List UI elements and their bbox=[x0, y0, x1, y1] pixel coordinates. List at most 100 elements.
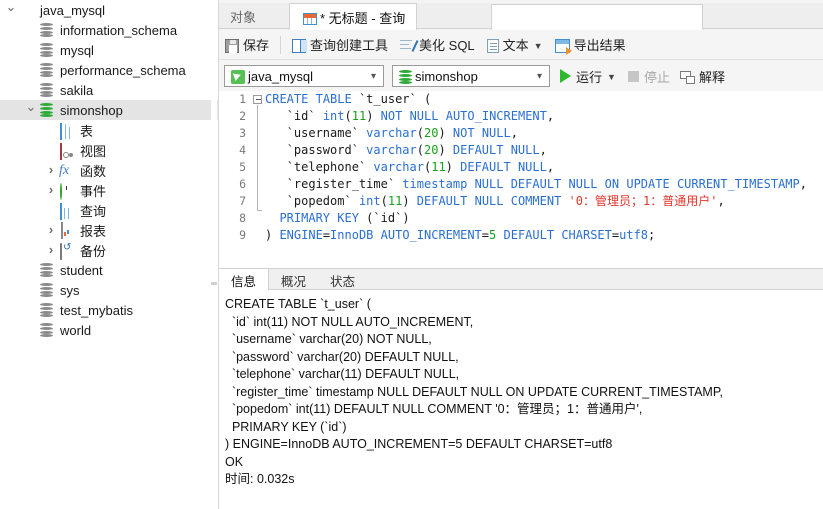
save-button[interactable]: 保存 bbox=[219, 33, 275, 57]
database-icon bbox=[38, 22, 56, 38]
result-tab-0[interactable]: 信息 bbox=[219, 269, 270, 291]
stop-icon bbox=[627, 70, 639, 82]
navigation-sidebar[interactable]: java_mysql information_schemamysql perform… bbox=[0, 0, 219, 509]
tree-item-java_mysql[interactable]: java_mysql bbox=[0, 0, 218, 20]
sidebar-scrollbar-track[interactable] bbox=[211, 0, 217, 509]
line-number: 1 bbox=[239, 92, 246, 106]
line-number: 6 bbox=[239, 177, 246, 191]
line-number: 3 bbox=[239, 126, 246, 140]
tree-twisty-collapsed[interactable] bbox=[44, 163, 58, 177]
save-label: 保存 bbox=[243, 38, 270, 53]
database-icon bbox=[38, 42, 56, 58]
tree-item-备份[interactable]: 备份 bbox=[0, 240, 218, 260]
beautify-sql-label: 美化 SQL bbox=[419, 38, 475, 53]
beautify-sql-button[interactable]: 美化 SQL bbox=[394, 33, 481, 57]
sql-line[interactable]: PRIMARY KEY (`id`) bbox=[265, 210, 823, 227]
tree-item-label: 视图 bbox=[80, 143, 107, 159]
chevron-down-icon[interactable]: ▾ bbox=[371, 71, 376, 82]
result-tab-2[interactable]: 状态 bbox=[318, 269, 367, 291]
sql-line[interactable]: `username` varchar(20) NOT NULL, bbox=[265, 125, 823, 142]
tree-twisty-collapsed[interactable] bbox=[44, 183, 58, 197]
database-icon bbox=[38, 82, 56, 98]
tree-item-事件[interactable]: 事件 bbox=[0, 180, 218, 200]
editor-fold-column[interactable] bbox=[251, 91, 265, 268]
tab-query-label: * 无标题 - 查询 bbox=[320, 10, 406, 26]
tree-item-label: student bbox=[60, 262, 103, 278]
database-select[interactable]: simonshop ▾ bbox=[392, 65, 550, 87]
export-icon bbox=[554, 38, 572, 55]
sql-editor[interactable]: 1 2 3 4 5 6 7 8 9 CREATE TABLE `t_user` ( `id` i… bbox=[219, 91, 823, 268]
export-result-button[interactable]: 导出结果 bbox=[549, 33, 632, 57]
database-icon bbox=[38, 282, 56, 298]
tree-item-label: 表 bbox=[80, 123, 94, 139]
tab-strip[interactable]: 对象 * 无标题 - 查询 bbox=[219, 3, 823, 30]
table-icon bbox=[58, 122, 76, 140]
tree-twisty-collapsed[interactable] bbox=[44, 223, 58, 237]
tree-item-mysql[interactable]: mysql bbox=[0, 40, 218, 60]
tab-objects[interactable]: 对象 bbox=[219, 3, 267, 29]
sql-line[interactable]: `popedom` int(11) DEFAULT NULL COMMENT '… bbox=[265, 193, 823, 210]
tree-item-label: 函数 bbox=[80, 163, 107, 179]
report-icon bbox=[58, 222, 76, 239]
tree-twisty-expanded[interactable] bbox=[24, 103, 38, 117]
fold-collapse-icon[interactable] bbox=[253, 95, 262, 104]
database-icon bbox=[38, 62, 56, 78]
view-icon bbox=[58, 142, 76, 160]
sql-line[interactable]: `password` varchar(20) DEFAULT NULL, bbox=[265, 142, 823, 159]
tree-item-label: 查询 bbox=[80, 203, 107, 219]
tree-item-simonshop[interactable]: simonshop bbox=[0, 100, 218, 120]
tree-twisty-expanded[interactable] bbox=[4, 3, 18, 17]
tree-item-world[interactable]: world bbox=[0, 320, 218, 340]
text-view-button[interactable]: 文本 ▼ bbox=[481, 33, 549, 57]
chevron-down-icon[interactable]: ▼ bbox=[607, 72, 616, 82]
connection-tree[interactable]: java_mysql information_schemamysql perform… bbox=[0, 0, 218, 340]
tree-item-test_mybatis[interactable]: test_mybatis bbox=[0, 300, 218, 320]
tab-query-untitled[interactable]: * 无标题 - 查询 bbox=[289, 3, 418, 30]
export-result-label: 导出结果 bbox=[573, 38, 626, 53]
tree-item-label: 备份 bbox=[80, 243, 107, 259]
tree-item-视图[interactable]: 视图 bbox=[0, 140, 218, 160]
line-number: 5 bbox=[239, 160, 246, 174]
chevron-down-icon[interactable]: ▾ bbox=[537, 71, 542, 82]
tree-item-label: mysql bbox=[60, 42, 94, 58]
chevron-down-icon[interactable]: ▼ bbox=[534, 41, 543, 51]
tree-item-information_schema[interactable]: information_schema bbox=[0, 20, 218, 40]
explain-icon bbox=[679, 70, 695, 84]
play-icon bbox=[560, 69, 571, 83]
sidebar-scrollbar-thumb[interactable] bbox=[211, 282, 217, 285]
stop-label: 停止 bbox=[643, 69, 670, 85]
tree-item-报表[interactable]: 报表 bbox=[0, 220, 218, 240]
tree-twisty-collapsed[interactable] bbox=[44, 243, 58, 257]
query-builder-icon bbox=[292, 38, 308, 53]
connection-selector-row[interactable]: java_mysql ▾ simonshop ▾ 运行 ▼ 停止 解释 bbox=[219, 61, 823, 91]
editor-line-number-gutter: 1 2 3 4 5 6 7 8 9 bbox=[219, 91, 251, 268]
sql-line[interactable]: `id` int(11) NOT NULL AUTO_INCREMENT, bbox=[265, 108, 823, 125]
explain-button[interactable]: 解释 bbox=[679, 67, 725, 86]
text-document-icon bbox=[486, 38, 499, 53]
run-label: 运行 bbox=[576, 69, 603, 85]
database-green-icon bbox=[399, 70, 412, 84]
tree-item-performance_schema[interactable]: performance_schema bbox=[0, 60, 218, 80]
sql-line[interactable]: CREATE TABLE `t_user` ( bbox=[265, 91, 823, 108]
backup-icon bbox=[58, 242, 76, 260]
sql-line[interactable]: ) ENGINE=InnoDB AUTO_INCREMENT=5 DEFAULT… bbox=[265, 227, 823, 244]
result-tab-strip[interactable]: 信息 概况 状态 bbox=[219, 268, 823, 291]
tree-item-表[interactable]: 表 bbox=[0, 120, 218, 140]
tree-item-student[interactable]: student bbox=[0, 260, 218, 280]
result-tab-1[interactable]: 概况 bbox=[269, 269, 318, 291]
sql-editor-content[interactable]: CREATE TABLE `t_user` ( `id` int(11) NOT… bbox=[265, 91, 823, 268]
tree-item-查询[interactable]: 查询 bbox=[0, 200, 218, 220]
line-number: 2 bbox=[239, 109, 246, 123]
connection-select[interactable]: java_mysql ▾ bbox=[224, 65, 384, 87]
sql-line[interactable]: `register_time` timestamp NULL DEFAULT N… bbox=[265, 176, 823, 193]
tree-item-sakila[interactable]: sakila bbox=[0, 80, 218, 100]
tree-item-函数[interactable]: fx 函数 bbox=[0, 160, 218, 180]
run-button[interactable]: 运行 ▼ bbox=[560, 67, 616, 86]
beautify-icon bbox=[400, 39, 415, 53]
query-toolbar[interactable]: 保存 查询创建工具 美化 SQL 文本 ▼ 导出结果 bbox=[219, 30, 823, 60]
query-builder-button[interactable]: 查询创建工具 bbox=[286, 33, 394, 57]
result-tab-label: 信息 bbox=[231, 274, 257, 289]
line-number: 8 bbox=[239, 211, 246, 225]
tree-item-sys[interactable]: sys bbox=[0, 280, 218, 300]
sql-line[interactable]: `telephone` varchar(11) DEFAULT NULL, bbox=[265, 159, 823, 176]
